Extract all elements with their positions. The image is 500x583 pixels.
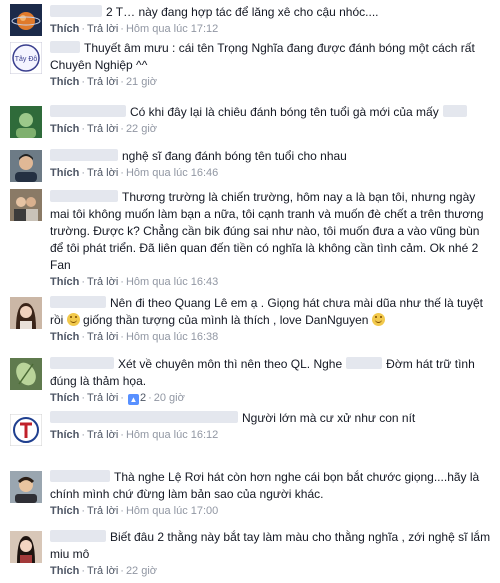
comment-text: Có khi đây lại là chiêu đánh bóng tên tu…	[50, 104, 494, 121]
timestamp[interactable]: 21 giờ	[126, 76, 157, 88]
green-avatar-icon	[10, 106, 42, 138]
comment-meta: Thích · Trả lời · ▲ 2 · 20 giờ	[50, 392, 185, 405]
comment-text: Thà nghe Lệ Rơi hát còn hơn nghe cái bọn…	[50, 470, 480, 501]
like-link[interactable]: Thích	[50, 276, 79, 288]
commenter-name[interactable]	[50, 190, 118, 202]
timestamp[interactable]: Hôm qua lúc 17:00	[126, 505, 218, 517]
commenter-name[interactable]	[50, 149, 118, 161]
like-link[interactable]: Thích	[50, 23, 79, 35]
logo-avatar-icon	[10, 414, 42, 446]
planet-avatar-icon	[10, 4, 42, 36]
reply-link[interactable]: Trả lời	[87, 76, 118, 88]
man-avatar-icon	[10, 150, 42, 182]
avatar[interactable]: Tây Đô	[10, 42, 42, 74]
comment-meta: Thích · Trả lời · 22 giờ	[50, 565, 158, 577]
like-link[interactable]: Thích	[50, 76, 79, 88]
reply-link[interactable]: Trả lời	[87, 565, 118, 577]
reply-link[interactable]: Trả lời	[87, 123, 118, 135]
like-count[interactable]: ▲ 2	[126, 392, 146, 405]
timestamp[interactable]: Hôm qua lúc 16:12	[126, 429, 218, 441]
avatar[interactable]	[10, 106, 42, 138]
mentioned-name[interactable]	[442, 105, 467, 117]
timestamp[interactable]: 22 giờ	[126, 565, 157, 577]
comment-meta: Thích · Trả lời · Hôm qua lúc 16:46	[50, 167, 219, 179]
avatar[interactable]	[10, 531, 42, 563]
comment-meta: Thích · Trả lời · Hôm qua lúc 16:43	[50, 276, 219, 288]
comment-meta: Thích · Trả lời · Hôm qua lúc 17:12	[50, 23, 219, 35]
reply-link[interactable]: Trả lời	[87, 331, 118, 343]
comment-text: Nên đi theo Quang Lê em ạ . Giọng hát ch…	[50, 296, 483, 327]
avatar[interactable]	[10, 297, 42, 329]
timestamp[interactable]: Hôm qua lúc 16:43	[126, 276, 218, 288]
avatar[interactable]	[10, 358, 42, 390]
smile-emoji-icon	[371, 313, 385, 326]
timestamp[interactable]: Hôm qua lúc 17:12	[126, 23, 218, 35]
commenter-name[interactable]	[50, 470, 110, 482]
comment-text: Biết đâu 2 thằng này bắt tay làm màu cho…	[50, 530, 491, 561]
smiling-man-avatar-icon	[10, 471, 42, 503]
svg-text:Tây Đô: Tây Đô	[15, 56, 38, 63]
leaf-avatar-icon	[10, 358, 42, 390]
reply-link[interactable]: Trả lời	[87, 23, 118, 35]
comment-meta: Thích · Trả lời · Hôm qua lúc 17:00	[50, 505, 219, 517]
like-link[interactable]: Thích	[50, 123, 79, 135]
commenter-name[interactable]	[50, 296, 106, 308]
timestamp[interactable]: Hôm qua lúc 16:38	[126, 331, 218, 343]
comment-meta: Thích · Trả lời · Hôm qua lúc 16:12	[50, 429, 219, 441]
commenter-name[interactable]	[50, 41, 80, 53]
comment-meta: Thích · Trả lời · 21 giờ	[50, 76, 158, 88]
comment-text: nghệ sĩ đang đánh bóng tên tuổi cho nhau	[50, 148, 494, 165]
commenter-name[interactable]	[50, 530, 106, 542]
avatar[interactable]	[10, 471, 42, 503]
comment-meta: Thích · Trả lời · 22 giờ	[50, 123, 158, 135]
comment-meta: Thích · Trả lời · Hôm qua lúc 16:38	[50, 331, 219, 343]
commenter-name[interactable]	[50, 357, 114, 369]
avatar[interactable]	[10, 4, 42, 36]
reply-link[interactable]: Trả lời	[87, 429, 118, 441]
comment-text: 2 T… này đang hợp tác để lăng xê cho cậu…	[50, 4, 494, 21]
reply-link[interactable]: Trả lời	[87, 505, 118, 517]
comment-text: Thuyết âm mưu : cái tên Trọng Nghĩa đang…	[50, 41, 475, 72]
reply-link[interactable]: Trả lời	[87, 392, 118, 404]
timestamp[interactable]: 22 giờ	[126, 123, 157, 135]
avatar[interactable]	[10, 414, 42, 446]
thumbs-up-icon: ▲	[127, 394, 139, 405]
like-link[interactable]: Thích	[50, 331, 79, 343]
woman-avatar-icon	[10, 531, 42, 563]
timestamp[interactable]: 20 giờ	[154, 392, 185, 404]
like-link[interactable]: Thích	[50, 167, 79, 179]
comment-text: Thương trường là chiến trường, hôm nay a…	[50, 190, 484, 272]
comment-text: Xét về chuyên môn thì nên theo QL. Nghe Đ…	[50, 357, 475, 388]
timestamp[interactable]: Hôm qua lúc 16:46	[126, 167, 218, 179]
like-link[interactable]: Thích	[50, 565, 79, 577]
commenter-name[interactable]	[50, 411, 238, 423]
reply-link[interactable]: Trả lời	[87, 276, 118, 288]
comment-text: Người lớn mà cư xử như con nít	[50, 410, 494, 427]
smile-emoji-icon	[66, 313, 80, 326]
couple-avatar-icon	[10, 189, 42, 221]
like-link[interactable]: Thích	[50, 429, 79, 441]
avatar[interactable]	[10, 189, 42, 221]
mentioned-name[interactable]	[346, 357, 383, 369]
girl-avatar-icon	[10, 297, 42, 329]
reply-link[interactable]: Trả lời	[87, 167, 118, 179]
like-link[interactable]: Thích	[50, 392, 79, 404]
comment-feed: 2 T… này đang hợp tác để lăng xê cho cậu…	[0, 0, 500, 583]
commenter-name[interactable]	[50, 105, 126, 117]
tay-do-logo-icon: Tây Đô	[10, 42, 42, 74]
commenter-name[interactable]	[50, 5, 102, 17]
like-link[interactable]: Thích	[50, 505, 79, 517]
avatar[interactable]	[10, 150, 42, 182]
